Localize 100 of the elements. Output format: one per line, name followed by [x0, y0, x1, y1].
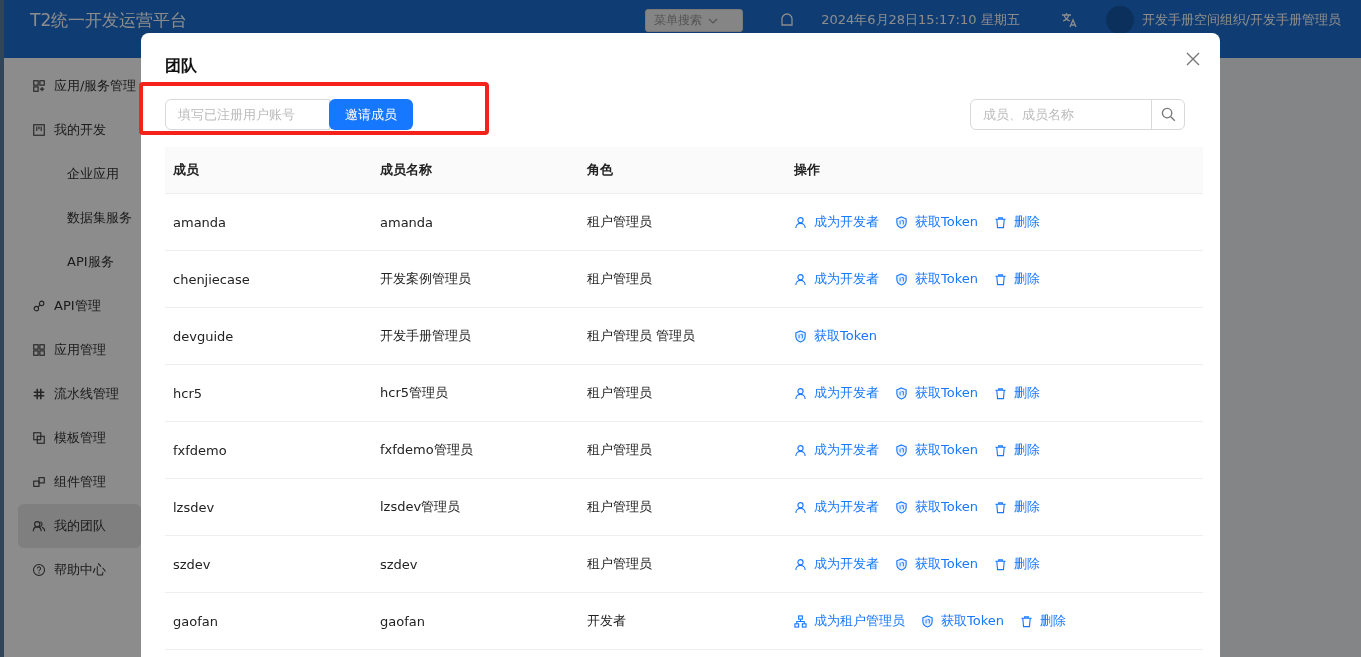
action-link[interactable]: 获取Token: [895, 498, 978, 516]
table-cell: szdev: [372, 535, 579, 593]
table-cell: szdev: [165, 535, 372, 593]
user-icon: [794, 272, 807, 286]
sidebar-item[interactable]: 应用/服务管理: [18, 64, 141, 108]
dialog-title: 团队: [165, 55, 197, 77]
action-link[interactable]: 获取Token: [895, 555, 978, 573]
sidebar-item[interactable]: 帮助中心: [18, 548, 141, 592]
hierarchy-icon: [794, 614, 807, 628]
table-cell: 开发案例管理员: [372, 250, 579, 308]
action-link[interactable]: 获取Token: [895, 213, 978, 231]
action-link[interactable]: 成为开发者: [794, 384, 879, 402]
team-icon: [32, 519, 46, 533]
table-cell: lzsdev管理员: [372, 478, 579, 536]
action-link[interactable]: 成为开发者: [794, 498, 879, 516]
sidebar-subitem[interactable]: API服务: [4, 240, 141, 284]
sidebar-item[interactable]: API管理: [18, 284, 141, 328]
action-link[interactable]: 成为开发者: [794, 555, 879, 573]
shield-icon: [895, 272, 908, 286]
table-cell: gaofan: [372, 592, 579, 650]
trash-icon: [994, 272, 1007, 286]
search-icon: [1160, 107, 1176, 122]
table-cell: 租户管理员: [579, 193, 786, 251]
action-link[interactable]: 删除: [994, 270, 1040, 288]
action-link[interactable]: 获取Token: [794, 327, 877, 345]
avatar[interactable]: [1105, 6, 1134, 34]
user-icon: [794, 215, 807, 229]
action-link[interactable]: 获取Token: [895, 441, 978, 459]
table-cell: hcr5管理员: [372, 364, 579, 422]
action-link[interactable]: 成为开发者: [794, 270, 879, 288]
column-header: 成员: [165, 147, 372, 194]
bell-icon[interactable]: [779, 11, 796, 29]
sidebar-item[interactable]: 我的开发: [18, 108, 141, 152]
shield-icon: [794, 329, 807, 343]
table-cell: devguide: [165, 307, 372, 365]
sidebar-subitem[interactable]: 企业应用: [4, 152, 141, 196]
board-icon: [32, 123, 46, 137]
grid-icon: [32, 343, 46, 357]
table-cell: amanda: [372, 193, 579, 251]
user-icon: [794, 386, 807, 400]
action-link[interactable]: 删除: [994, 498, 1040, 516]
sidebar-item[interactable]: 我的团队: [18, 504, 141, 548]
trash-icon: [1020, 614, 1033, 628]
action-link[interactable]: 删除: [994, 384, 1040, 402]
translate-icon[interactable]: [1059, 11, 1078, 29]
action-link[interactable]: 获取Token: [895, 384, 978, 402]
shield-icon: [895, 386, 908, 400]
table-cell: 租户管理员: [579, 421, 786, 479]
search-input[interactable]: 成员、成员名称: [971, 100, 1151, 129]
action-link[interactable]: 删除: [994, 441, 1040, 459]
action-link[interactable]: 获取Token: [895, 270, 978, 288]
app-title: T2统一开发运营平台: [30, 9, 188, 31]
action-link[interactable]: 删除: [1020, 612, 1066, 630]
table-cell: 租户管理员: [579, 535, 786, 593]
column-header: 成员名称: [372, 147, 579, 194]
trash-icon: [994, 443, 1007, 457]
table-cell: gaofan: [165, 592, 372, 650]
shield-icon: [895, 500, 908, 514]
close-icon[interactable]: [1186, 52, 1200, 66]
action-link[interactable]: 成为开发者: [794, 213, 879, 231]
sidebar-item[interactable]: 组件管理: [18, 460, 141, 504]
action-link[interactable]: 获取Token: [921, 612, 1004, 630]
table-cell: 租户管理员: [579, 250, 786, 308]
account-input[interactable]: 填写已注册用户账号: [165, 99, 330, 130]
trash-icon: [994, 557, 1007, 571]
sidebar-item[interactable]: 模板管理: [18, 416, 141, 460]
shield-icon: [895, 443, 908, 457]
sidebar-subitem[interactable]: 数据集服务: [4, 196, 141, 240]
trash-icon: [994, 500, 1007, 514]
shield-icon: [895, 557, 908, 571]
user-name[interactable]: 开发手册空间组织/开发手册管理员: [1141, 9, 1341, 31]
table-cell: chenjiecase: [165, 250, 372, 308]
table-cell: 开发手册管理员: [372, 307, 579, 365]
table-cell: 租户管理员: [579, 478, 786, 536]
action-link[interactable]: 删除: [994, 213, 1040, 231]
user-icon: [794, 557, 807, 571]
user-icon: [794, 500, 807, 514]
shield-icon: [921, 614, 934, 628]
table-cell: lzsdev: [165, 478, 372, 536]
table-cell: amanda: [165, 193, 372, 251]
table-cell: 租户管理员 管理员: [579, 307, 786, 365]
blocks-icon: [32, 475, 46, 489]
table-cell: hcr5: [165, 364, 372, 422]
invite-button[interactable]: 邀请成员: [329, 99, 413, 130]
copy-icon: [32, 431, 46, 445]
trash-icon: [994, 386, 1007, 400]
table-cell: 租户管理员: [579, 364, 786, 422]
sidebar-item[interactable]: 流水线管理: [18, 372, 141, 416]
help-icon: [32, 563, 46, 577]
action-link[interactable]: 成为开发者: [794, 441, 879, 459]
sidebar-item[interactable]: 应用管理: [18, 328, 141, 372]
table-cell: 开发者: [579, 592, 786, 650]
member-search-field[interactable]: 成员、成员名称: [970, 99, 1185, 130]
action-link[interactable]: 删除: [994, 555, 1040, 573]
hash-icon: [32, 387, 46, 401]
apps-icon: [32, 79, 46, 93]
trash-icon: [994, 215, 1007, 229]
action-link[interactable]: 成为租户管理员: [794, 612, 905, 630]
shield-icon: [895, 215, 908, 229]
column-header: 操作: [786, 147, 1203, 194]
